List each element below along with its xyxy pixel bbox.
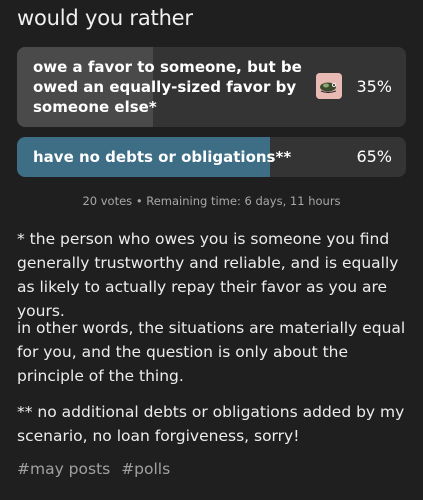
poll-option-label: owe a favor to someone, but be owed an e… — [33, 58, 302, 116]
poll-option-label: have no debts or obligations** — [33, 148, 292, 166]
user-avatar-icon — [316, 73, 342, 99]
post-tags: #may posts #polls — [17, 460, 176, 478]
post-paragraph: * the person who owes you is someone you… — [17, 230, 399, 320]
poll-option-percent: 65% — [356, 147, 392, 166]
poll-option-owe-favor[interactable]: owe a favor to someone, but be owed an e… — [17, 47, 406, 127]
post-paragraph: ** no additional debts or obligations ad… — [17, 403, 405, 445]
poll-title: would you rather — [17, 6, 193, 30]
poll-option-percent: 35% — [356, 77, 392, 96]
post-paragraph: in other words, the situations are mater… — [17, 319, 406, 385]
poll-option-no-debts[interactable]: have no debts or obligations** 65% — [17, 137, 406, 177]
poll-vote-count-and-time: 20 votes • Remaining time: 6 days, 11 ho… — [82, 194, 341, 208]
tag-link[interactable]: #may posts — [17, 460, 110, 478]
tag-link[interactable]: #polls — [121, 460, 170, 478]
